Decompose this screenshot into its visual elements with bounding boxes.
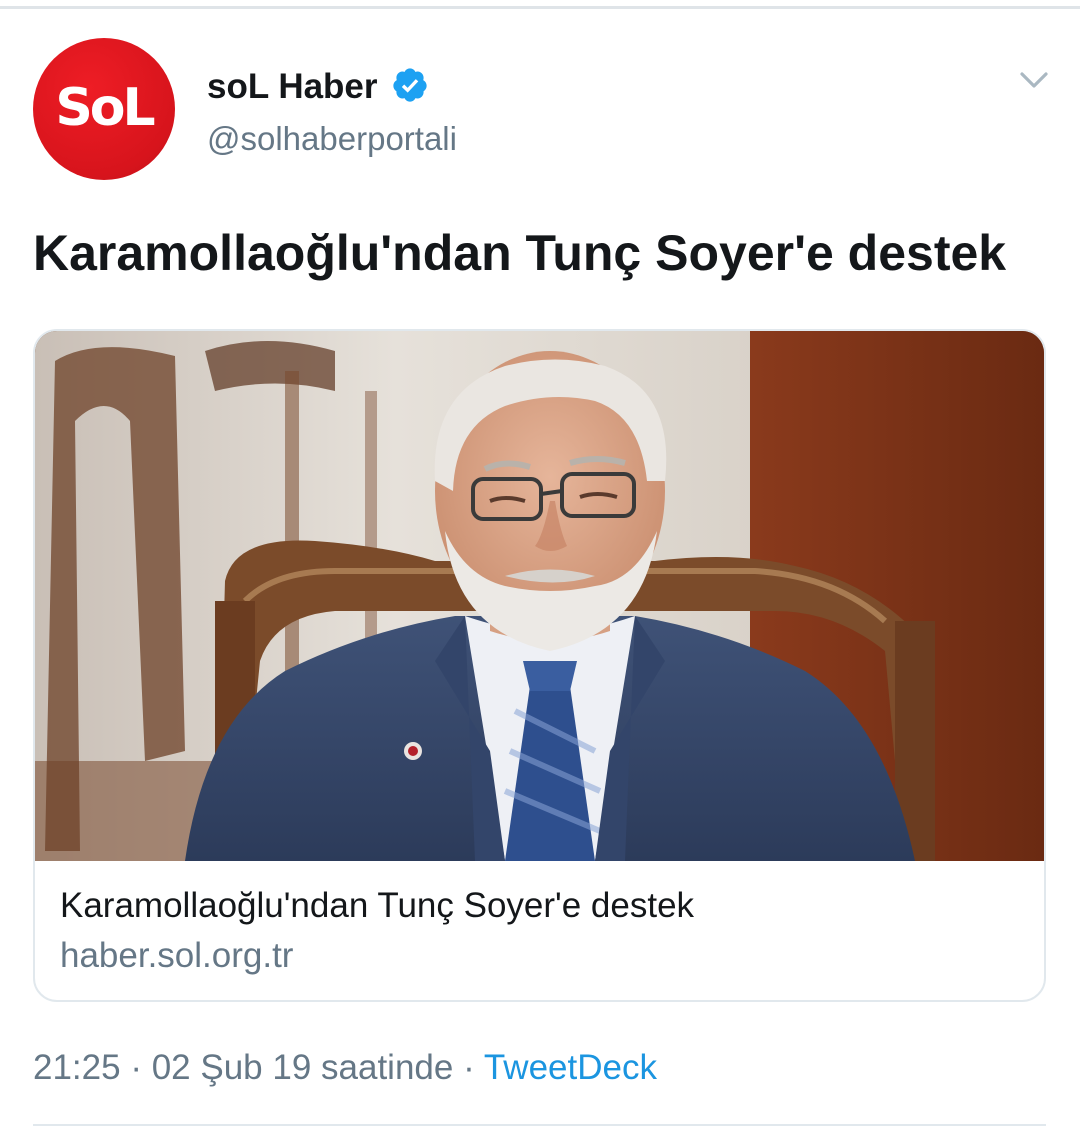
card-domain: haber.sol.org.tr: [60, 936, 294, 975]
tweet-time: 21:25: [33, 1048, 121, 1087]
meta-separator: ·: [130, 1048, 142, 1087]
link-card[interactable]: Karamollaoğlu'ndan Tunç Soyer'e destek h…: [33, 329, 1046, 1002]
meta-separator: ·: [463, 1048, 475, 1087]
card-title[interactable]: Karamollaoğlu'ndan Tunç Soyer'e destek: [60, 884, 694, 928]
avatar[interactable]: SoL: [33, 38, 175, 180]
chevron-down-icon[interactable]: [1016, 66, 1052, 94]
bottom-divider: [33, 1124, 1046, 1126]
verified-badge-icon: [393, 68, 427, 102]
avatar-logo-text: SoL: [55, 78, 155, 138]
tweet-date: 02 Şub 19 saatinde: [151, 1048, 454, 1087]
tweet-text: Karamollaoğlu'ndan Tunç Soyer'e destek: [33, 225, 1007, 281]
card-photo: [35, 331, 1044, 861]
tweet-source-link[interactable]: TweetDeck: [484, 1048, 657, 1087]
user-handle[interactable]: @solhaberportali: [207, 119, 457, 159]
card-image[interactable]: [35, 331, 1044, 861]
display-name[interactable]: soL Haber: [207, 66, 378, 108]
tweet-meta: 21:25 · 02 Şub 19 saatinde · TweetDeck: [33, 1046, 657, 1090]
top-divider: [0, 6, 1080, 9]
